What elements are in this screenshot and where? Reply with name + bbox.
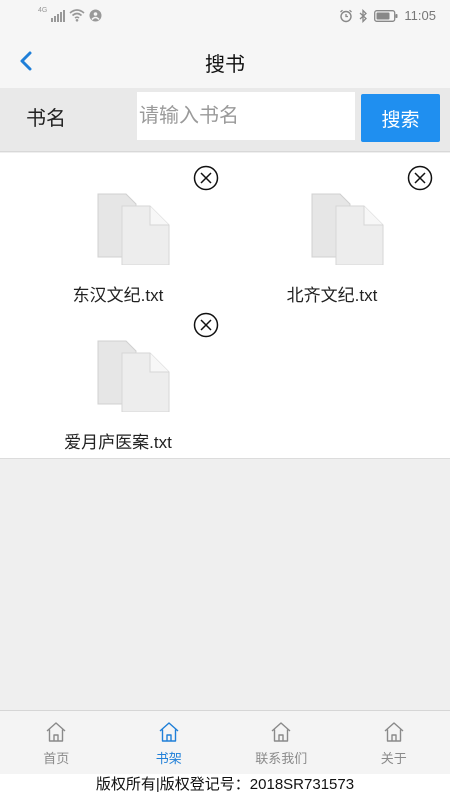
copyright-footer: 版权所有|版权登记号：2018SR731573 [0, 774, 450, 800]
delete-icon[interactable] [193, 312, 219, 338]
signal-icon [51, 9, 66, 22]
delete-icon[interactable] [407, 165, 433, 191]
nav-item-home[interactable]: 首页 [0, 711, 113, 775]
text-file-icon [97, 340, 170, 412]
book-item[interactable]: 爱月庐医案.txt [18, 300, 219, 452]
nav-label: 关于 [380, 751, 407, 766]
book-name-input[interactable] [137, 92, 355, 140]
wifi-icon [69, 9, 85, 22]
text-file-icon [311, 193, 384, 265]
book-item[interactable]: 北齐文纪.txt [232, 153, 433, 305]
battery-icon [374, 9, 398, 22]
search-label: 书名 [26, 108, 66, 130]
home-icon [271, 722, 291, 742]
search-button[interactable]: 搜索 [361, 94, 440, 142]
book-item[interactable]: 东汉文纪.txt [18, 153, 219, 305]
status-left: 4G [38, 7, 102, 22]
status-bar: 4G 11:05 [0, 0, 450, 34]
book-name: 北齐文纪.txt [286, 286, 378, 305]
nav-item-contact[interactable]: 联系我们 [225, 711, 338, 775]
home-icon [384, 722, 403, 742]
bookshelf: 东汉文纪.txt 北齐文纪.txt 爱月庐医案.txt [0, 153, 450, 459]
delete-icon[interactable] [193, 165, 219, 191]
home-icon [46, 722, 66, 742]
nav-item-bookshelf[interactable]: 书架 [113, 711, 226, 775]
nav-label: 首页 [43, 751, 70, 766]
nav-label: 联系我们 [255, 751, 308, 766]
nav-label: 书架 [155, 751, 182, 766]
location-icon [89, 9, 102, 22]
alarm-icon [340, 9, 353, 22]
status-time: 11:05 [404, 8, 436, 23]
page-title: 搜书 [205, 54, 245, 76]
book-name: 爱月庐医案.txt [64, 433, 172, 452]
home-icon [159, 722, 178, 742]
network-type: 4G [38, 7, 48, 14]
status-right: 11:05 [339, 8, 436, 23]
bluetooth-icon [359, 8, 368, 23]
nav-item-about[interactable]: 关于 [338, 711, 450, 775]
text-file-icon [97, 193, 170, 265]
bottom-nav: 首页 书架 联系我们 关于 [0, 710, 450, 774]
title-bar: 搜书 [0, 34, 450, 88]
search-bar: 书名 搜索 [0, 88, 450, 152]
